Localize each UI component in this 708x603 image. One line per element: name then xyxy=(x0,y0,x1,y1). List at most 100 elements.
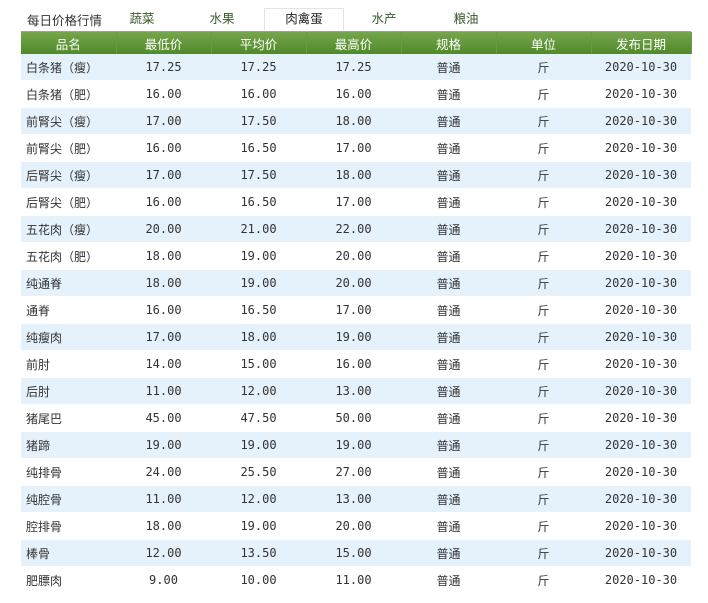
cell-unit: 斤 xyxy=(496,161,591,189)
cell-min-price: 14.00 xyxy=(116,350,211,378)
cell-name: 五花肉（瘦） xyxy=(21,215,116,243)
cell-min-price: 11.00 xyxy=(116,377,211,405)
cell-date: 2020-10-30 xyxy=(591,296,691,324)
table-row: 前腎尖（瘦） 17.00 17.50 18.00 普通斤 2020-10-30 xyxy=(21,107,691,135)
cell-unit: 斤 xyxy=(496,350,591,378)
cell-date: 2020-10-30 xyxy=(591,54,691,81)
cell-max-price: 17.00 xyxy=(306,134,401,162)
cell-avg-price: 17.50 xyxy=(211,161,306,189)
column-header-unit: 单位 xyxy=(496,32,592,54)
cell-unit: 斤 xyxy=(496,377,591,405)
table-row: 前腎尖（肥） 16.00 16.50 17.00 普通斤 2020-10-30 xyxy=(21,134,691,162)
cell-avg-price: 13.50 xyxy=(211,539,306,567)
table-row: 纯排骨 24.00 25.50 27.00 普通斤 2020-10-30 xyxy=(21,458,691,486)
cell-min-price: 24.00 xyxy=(116,458,211,486)
cell-max-price: 13.00 xyxy=(306,485,401,513)
cell-name: 纯腔骨 xyxy=(21,485,116,513)
tab-vegetables[interactable]: 蔬菜 xyxy=(119,9,165,29)
cell-spec: 普通 xyxy=(401,296,496,324)
cell-avg-price: 12.00 xyxy=(211,485,306,513)
cell-spec: 普通 xyxy=(401,188,496,216)
table-row: 肥膘肉 9.00 10.00 11.00 普通斤 2020-10-30 xyxy=(21,566,691,594)
cell-spec: 普通 xyxy=(401,377,496,405)
cell-name: 通脊 xyxy=(21,296,116,324)
cell-unit: 斤 xyxy=(496,107,591,135)
cell-max-price: 13.00 xyxy=(306,377,401,405)
column-header-max-price: 最高价 xyxy=(306,32,402,54)
table-row: 后腎尖（肥） 16.00 16.50 17.00 普通斤 2020-10-30 xyxy=(21,188,691,216)
cell-name: 前肘 xyxy=(21,350,116,378)
cell-max-price: 20.00 xyxy=(306,512,401,540)
cell-unit: 斤 xyxy=(496,404,591,432)
table-row: 白条猪（肥） 16.00 16.00 16.00 普通斤 2020-10-30 xyxy=(21,80,691,108)
cell-avg-price: 19.00 xyxy=(211,269,306,297)
cell-unit: 斤 xyxy=(496,485,591,513)
cell-date: 2020-10-30 xyxy=(591,539,691,567)
column-header-avg-price: 平均价 xyxy=(211,32,307,54)
tab-grain-oil[interactable]: 粮油 xyxy=(443,9,489,29)
cell-unit: 斤 xyxy=(496,296,591,324)
cell-min-price: 16.00 xyxy=(116,80,211,108)
cell-avg-price: 16.50 xyxy=(211,296,306,324)
cell-date: 2020-10-30 xyxy=(591,566,691,594)
cell-max-price: 27.00 xyxy=(306,458,401,486)
cell-name: 纯瘦肉 xyxy=(21,323,116,351)
cell-avg-price: 25.50 xyxy=(211,458,306,486)
cell-spec: 普通 xyxy=(401,512,496,540)
cell-spec: 普通 xyxy=(401,107,496,135)
cell-max-price: 15.00 xyxy=(306,539,401,567)
cell-spec: 普通 xyxy=(401,539,496,567)
cell-unit: 斤 xyxy=(496,134,591,162)
column-header-date: 发布日期 xyxy=(591,32,692,54)
cell-spec: 普通 xyxy=(401,404,496,432)
cell-spec: 普通 xyxy=(401,242,496,270)
cell-name: 后肘 xyxy=(21,377,116,405)
cell-avg-price: 10.00 xyxy=(211,566,306,594)
cell-max-price: 19.00 xyxy=(306,323,401,351)
cell-min-price: 18.00 xyxy=(116,512,211,540)
cell-date: 2020-10-30 xyxy=(591,377,691,405)
cell-date: 2020-10-30 xyxy=(591,134,691,162)
cell-spec: 普通 xyxy=(401,161,496,189)
cell-avg-price: 18.00 xyxy=(211,323,306,351)
tab-aquatic[interactable]: 水产 xyxy=(361,9,407,29)
cell-name: 后腎尖（肥） xyxy=(21,188,116,216)
cell-min-price: 18.00 xyxy=(116,242,211,270)
table-row: 前肘 14.00 15.00 16.00 普通斤 2020-10-30 xyxy=(21,350,691,378)
cell-name: 五花肉（肥） xyxy=(21,242,116,270)
cell-date: 2020-10-30 xyxy=(591,161,691,189)
table-row: 五花肉（肥） 18.00 19.00 20.00 普通斤 2020-10-30 xyxy=(21,242,691,270)
cell-date: 2020-10-30 xyxy=(591,512,691,540)
cell-max-price: 22.00 xyxy=(306,215,401,243)
cell-date: 2020-10-30 xyxy=(591,215,691,243)
cell-date: 2020-10-30 xyxy=(591,242,691,270)
cell-date: 2020-10-30 xyxy=(591,323,691,351)
column-header-min-price: 最低价 xyxy=(116,32,212,54)
cell-avg-price: 16.50 xyxy=(211,188,306,216)
cell-date: 2020-10-30 xyxy=(591,458,691,486)
cell-max-price: 16.00 xyxy=(306,80,401,108)
cell-name: 白条猪（瘦） xyxy=(21,54,116,81)
cell-min-price: 45.00 xyxy=(116,404,211,432)
cell-min-price: 17.00 xyxy=(116,107,211,135)
table-row: 猪尾巴 45.00 47.50 50.00 普通斤 2020-10-30 xyxy=(21,404,691,432)
cell-min-price: 18.00 xyxy=(116,269,211,297)
cell-min-price: 17.00 xyxy=(116,161,211,189)
table-row: 五花肉（瘦） 20.00 21.00 22.00 普通斤 2020-10-30 xyxy=(21,215,691,243)
cell-date: 2020-10-30 xyxy=(591,80,691,108)
table-header-row: 品名 最低价 平均价 最高价 规格 单位 发布日期 xyxy=(21,32,692,54)
cell-name: 纯通脊 xyxy=(21,269,116,297)
cell-unit: 斤 xyxy=(496,431,591,459)
tab-fruits[interactable]: 水果 xyxy=(199,9,245,29)
cell-max-price: 20.00 xyxy=(306,242,401,270)
cell-date: 2020-10-30 xyxy=(591,188,691,216)
cell-name: 后腎尖（瘦） xyxy=(21,161,116,189)
cell-spec: 普通 xyxy=(401,80,496,108)
table-row: 纯通脊 18.00 19.00 20.00 普通斤 2020-10-30 xyxy=(21,269,691,297)
cell-date: 2020-10-30 xyxy=(591,269,691,297)
cell-max-price: 50.00 xyxy=(306,404,401,432)
tab-meat-poultry-eggs[interactable]: 肉禽蛋 xyxy=(264,8,344,31)
cell-avg-price: 12.00 xyxy=(211,377,306,405)
cell-avg-price: 17.25 xyxy=(211,54,306,81)
cell-max-price: 18.00 xyxy=(306,161,401,189)
